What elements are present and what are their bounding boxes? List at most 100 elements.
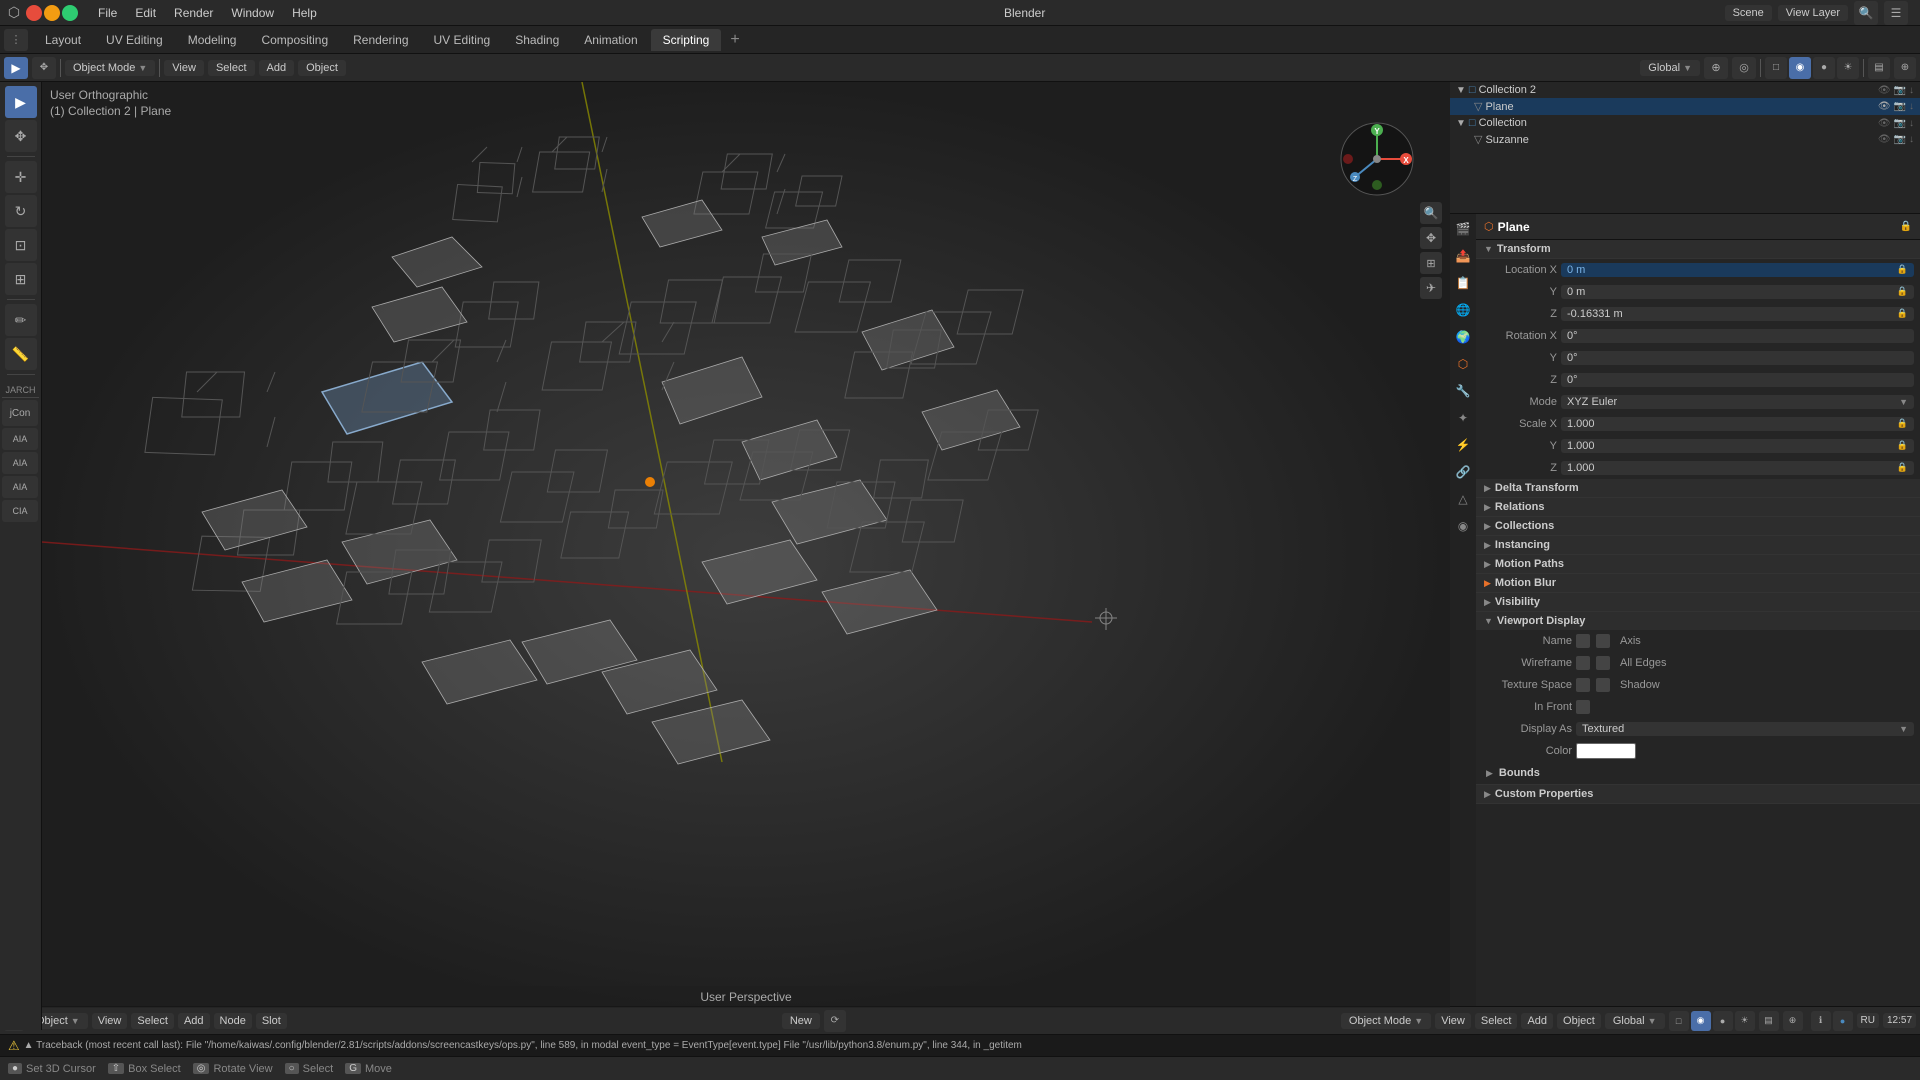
motion-paths-header[interactable]: ▶ Motion Paths: [1476, 555, 1920, 573]
scale-x-value[interactable]: 1.000 🔒: [1561, 417, 1914, 431]
motion-blur-header[interactable]: ▶ Motion Blur: [1476, 574, 1920, 592]
add-bottom2[interactable]: Add: [1521, 1013, 1553, 1029]
shading1-btn[interactable]: □: [1669, 1011, 1689, 1031]
view-bottom[interactable]: View: [92, 1013, 128, 1029]
name-checkbox[interactable]: [1576, 634, 1590, 648]
prop-tab-modifier[interactable]: 🔧: [1450, 378, 1476, 404]
prop-tab-render[interactable]: 🎬: [1450, 216, 1476, 242]
rotation-mode-value[interactable]: XYZ Euler ▼: [1561, 395, 1914, 409]
fly-btn[interactable]: ✈: [1420, 277, 1442, 299]
move-tool-btn[interactable]: ✛: [5, 161, 37, 193]
texture-checkbox[interactable]: [1576, 678, 1590, 692]
select-icon[interactable]: ↓: [1909, 85, 1914, 96]
online-icon[interactable]: ●: [1833, 1011, 1853, 1031]
scale-tool-btn[interactable]: ⊡: [5, 229, 37, 261]
location-x-value[interactable]: 0 m 🔒: [1561, 263, 1914, 277]
tab-shading[interactable]: Shading: [503, 29, 571, 51]
aia1-btn[interactable]: AIA: [2, 428, 38, 450]
window-close-btn[interactable]: [26, 5, 42, 21]
loc-x-lock[interactable]: 🔒: [1897, 264, 1908, 276]
perspective-btn[interactable]: ⊞: [1420, 252, 1442, 274]
overlay-bottom-btn[interactable]: ▤: [1759, 1011, 1779, 1031]
col-vis-icon[interactable]: 👁: [1878, 118, 1891, 129]
measure-tool-btn[interactable]: 📏: [5, 338, 37, 370]
prop-tab-physics[interactable]: ⚡: [1450, 432, 1476, 458]
gizmo-btn[interactable]: ⊕: [1894, 57, 1916, 79]
suz-sel-icon[interactable]: ↓: [1909, 134, 1914, 145]
workspace-options[interactable]: ⋮: [4, 29, 28, 51]
location-z-value[interactable]: -0.16331 m 🔒: [1561, 307, 1914, 321]
color-swatch[interactable]: [1576, 743, 1636, 759]
shading3-btn[interactable]: ●: [1713, 1011, 1733, 1031]
outliner-row-collection2[interactable]: ▼ □ Collection 2 👁 📷 ↓: [1450, 82, 1920, 98]
outliner-row-suzanne[interactable]: ▽ Suzanne 👁 📷 ↓: [1450, 131, 1920, 148]
select-tool-btn[interactable]: ▶: [5, 86, 37, 118]
name-dot[interactable]: [1596, 634, 1610, 648]
cursor-tool-btn[interactable]: ✥: [5, 120, 37, 152]
wireframe-dot[interactable]: [1596, 656, 1610, 670]
transform-section-header[interactable]: ▼ Transform: [1476, 240, 1920, 259]
view-layer-selector[interactable]: View Layer: [1778, 5, 1848, 21]
col-rend-icon[interactable]: 📷: [1894, 118, 1906, 129]
visibility-icon[interactable]: 👁: [1878, 85, 1891, 96]
tab-rendering[interactable]: Rendering: [341, 29, 420, 51]
plane-sel-icon[interactable]: ↓: [1909, 101, 1914, 112]
window-min-btn[interactable]: [44, 5, 60, 21]
menu-render[interactable]: Render: [166, 4, 221, 22]
location-y-value[interactable]: 0 m 🔒: [1561, 285, 1914, 299]
info-icon[interactable]: ℹ: [1811, 1011, 1831, 1031]
col-sel-icon[interactable]: ↓: [1909, 118, 1914, 129]
view-menu[interactable]: View: [164, 60, 204, 76]
snap-btn[interactable]: ⊕: [1704, 57, 1728, 79]
loc-z-lock[interactable]: 🔒: [1897, 308, 1908, 320]
viewport-gizmo[interactable]: Y X Z: [1340, 122, 1415, 197]
shading4-btn[interactable]: ☀: [1735, 1011, 1755, 1031]
wireframe-checkbox[interactable]: [1576, 656, 1590, 670]
scale-z-lock[interactable]: 🔒: [1897, 462, 1908, 474]
custom-props-header[interactable]: ▶ Custom Properties: [1476, 785, 1920, 803]
loc-y-lock[interactable]: 🔒: [1897, 286, 1908, 298]
proportional-btn[interactable]: ◎: [1732, 57, 1756, 79]
relations-header[interactable]: ▶ Relations: [1476, 498, 1920, 516]
object-bottom2[interactable]: Object: [1557, 1013, 1601, 1029]
menu-edit[interactable]: Edit: [127, 4, 164, 22]
global-dropdown[interactable]: Global ▼: [1640, 60, 1700, 76]
search-btn[interactable]: 🔍: [1854, 1, 1878, 25]
transform-tool-btn[interactable]: ⊞: [5, 263, 37, 295]
prop-menu-icon[interactable]: ⬡: [1484, 220, 1494, 233]
filter-btn[interactable]: ☰: [1884, 1, 1908, 25]
scale-z-value[interactable]: 1.000 🔒: [1561, 461, 1914, 475]
language-indicator[interactable]: RU: [1857, 1013, 1879, 1028]
select-bottom2[interactable]: Select: [1475, 1013, 1518, 1029]
delta-transform-header[interactable]: ▶ Delta Transform: [1476, 479, 1920, 497]
tab-modeling[interactable]: Modeling: [176, 29, 249, 51]
prop-tab-scene[interactable]: 🌐: [1450, 297, 1476, 323]
rotation-z-value[interactable]: 0°: [1561, 373, 1914, 387]
object-menu[interactable]: Object: [298, 60, 346, 76]
rotation-y-value[interactable]: 0°: [1561, 351, 1914, 365]
cia-btn[interactable]: CIA: [2, 500, 38, 522]
rotate-tool-btn[interactable]: ↻: [5, 195, 37, 227]
scale-x-lock[interactable]: 🔒: [1897, 418, 1908, 430]
prop-lock-icon[interactable]: 🔒: [1900, 221, 1912, 232]
tab-scripting[interactable]: Scripting: [651, 29, 722, 51]
blender-logo-icon[interactable]: ⬡: [4, 3, 24, 23]
jcon-btn[interactable]: jCon: [2, 400, 38, 426]
slot-bottom[interactable]: Slot: [256, 1013, 287, 1029]
prop-tab-object[interactable]: ⬡: [1450, 351, 1476, 377]
scale-y-value[interactable]: 1.000 🔒: [1561, 439, 1914, 453]
node-bottom[interactable]: Node: [214, 1013, 252, 1029]
cursor-tool-icon[interactable]: ✥: [32, 57, 56, 79]
prop-tab-particles[interactable]: ✦: [1450, 405, 1476, 431]
texture-dot[interactable]: [1596, 678, 1610, 692]
view-bottom2[interactable]: View: [1435, 1013, 1471, 1029]
rotation-x-value[interactable]: 0°: [1561, 329, 1914, 343]
aia3-btn[interactable]: AIA: [2, 476, 38, 498]
active-tool-icon[interactable]: ▶: [4, 57, 28, 79]
add-menu[interactable]: Add: [259, 60, 295, 76]
visibility-header[interactable]: ▶ Visibility: [1476, 593, 1920, 611]
new-btn[interactable]: New: [782, 1013, 820, 1029]
plane-vis-icon[interactable]: 👁: [1878, 101, 1891, 112]
add-bottom[interactable]: Add: [178, 1013, 210, 1029]
select-menu[interactable]: Select: [208, 60, 255, 76]
